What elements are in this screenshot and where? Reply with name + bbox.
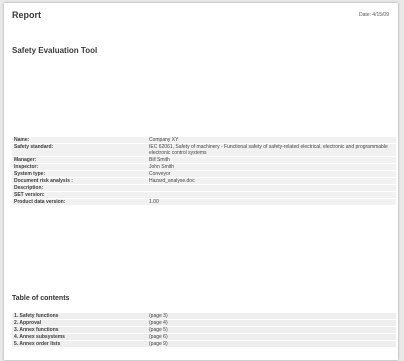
toc-item[interactable]: 2. Approval (page 4): [12, 320, 396, 327]
toc-item-page: (page 4): [149, 320, 168, 326]
details-value: John Smith: [149, 164, 175, 170]
details-value: Conveyor: [149, 171, 171, 177]
report-page: Report Date: 4/15/09 Safety Evaluation T…: [4, 3, 398, 360]
details-label: Safety standard:: [14, 144, 54, 150]
details-table: Name: Company XY Safety standard: IEC 62…: [12, 137, 396, 206]
details-row: Product data version: 1.00: [12, 199, 396, 206]
toc-item-page: (page 9): [149, 341, 168, 347]
details-label: Manager:: [14, 157, 37, 163]
toc-item[interactable]: 1. Safety functions (page 3): [12, 313, 396, 320]
toc-item-label: 4. Annex subsystems: [14, 334, 65, 340]
details-label: Document risk analysis :: [14, 178, 73, 184]
details-row: Description:: [12, 185, 396, 192]
details-label: System type:: [14, 171, 46, 177]
toc-item-label: 2. Approval: [14, 320, 42, 326]
details-row: Inspector: John Smith: [12, 164, 396, 171]
details-row: Name: Company XY: [12, 137, 396, 144]
details-row: SET version:: [12, 192, 396, 199]
report-date: Date: 4/15/09: [358, 12, 389, 18]
toc-item-page: (page 3): [149, 313, 168, 319]
details-row: Manager: Bill Smith: [12, 157, 396, 164]
tool-title: Safety Evaluation Tool: [12, 46, 98, 55]
toc-item-page: (page 6): [149, 334, 168, 340]
report-title: Report: [12, 10, 41, 20]
details-value: Company XY: [149, 137, 179, 143]
details-row: System type: Conveyor: [12, 171, 396, 178]
toc-item[interactable]: 3. Annex functions (page 5): [12, 327, 396, 334]
toc-item[interactable]: 4. Annex subsystems (page 6): [12, 334, 396, 341]
details-label: Name:: [14, 137, 30, 143]
toc-item[interactable]: 5. Annex order lists (page 9): [12, 341, 396, 348]
toc-item-label: 5. Annex order lists: [14, 341, 61, 347]
details-value: Bill Smith: [149, 157, 170, 163]
details-label: SET version:: [14, 192, 45, 198]
details-row: Document risk analysis : Hazard_analyse.…: [12, 178, 396, 185]
toc-item-page: (page 5): [149, 327, 168, 333]
toc-item-label: 1. Safety functions: [14, 313, 59, 319]
toc-list: 1. Safety functions (page 3) 2. Approval…: [12, 313, 396, 348]
toc-title: Table of contents: [12, 295, 70, 302]
toc-item-label: 3. Annex functions: [14, 327, 59, 333]
details-label: Description:: [14, 185, 44, 191]
details-value: Hazard_analyse.doc: [149, 178, 195, 184]
details-row: Safety standard: IEC 62061, Safety of ma…: [12, 144, 396, 157]
details-value: IEC 62061, Safety of machinery - Functio…: [149, 144, 388, 156]
details-value: 1.00: [149, 199, 159, 205]
details-label: Inspector:: [14, 164, 39, 170]
details-label: Product data version:: [14, 199, 66, 205]
